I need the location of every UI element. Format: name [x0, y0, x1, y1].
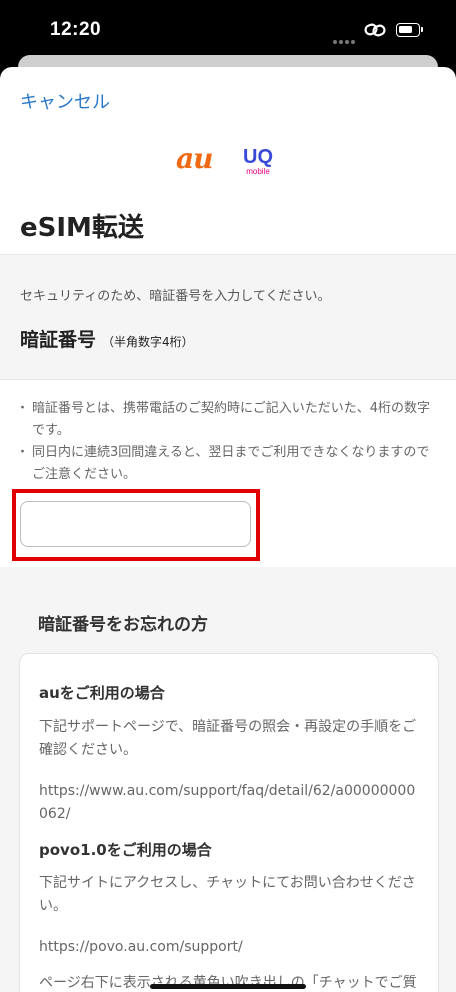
- forgot-title: 暗証番号をお忘れの方: [38, 615, 208, 635]
- security-section: セキュリティのため、暗証番号を入力してください。 暗証番号 （半角数字4桁）: [0, 254, 456, 380]
- povo-support-link[interactable]: https://povo.au.com/support/: [39, 936, 421, 959]
- esim-transfer-sheet: キャンセル au UQ mobile eSIM転送 セキュリティのため、暗証番号…: [0, 67, 456, 992]
- forgot-pin-section: 暗証番号をお忘れの方 auをご利用の場合 下記サポートページで、暗証番号の照会・…: [0, 567, 456, 992]
- note-item: 暗証番号とは、携帯電話のご契約時にご記入いただいた、4桁の数字です。: [16, 398, 440, 442]
- povo-case-more-text: ページ右下に表示される黄色い吹き出しの「チャットでご質問」に、以下の番号を入力し…: [39, 975, 417, 991]
- page-title: eSIM転送: [20, 213, 144, 243]
- au-case-title: auをご利用の場合: [39, 684, 165, 702]
- battery-icon: [396, 23, 423, 37]
- uq-logo-text: UQ: [243, 146, 273, 168]
- cancel-button[interactable]: キャンセル: [20, 88, 110, 114]
- pin-hint: （半角数字4桁）: [102, 335, 194, 349]
- status-bar: 12:20: [0, 0, 456, 62]
- cellular-dots-icon: [333, 29, 357, 48]
- uq-logo-sub: mobile: [246, 167, 270, 176]
- pin-input[interactable]: [20, 501, 251, 547]
- au-logo: au: [176, 142, 213, 175]
- link-icon: [364, 23, 386, 37]
- home-indicator[interactable]: [150, 984, 306, 989]
- security-text: セキュリティのため、暗証番号を入力してください。: [20, 289, 331, 304]
- note-item: 同日内に連続3回間違えると、翌日までご利用できなくなりますのでご注意ください。: [16, 442, 440, 486]
- forgot-card: auをご利用の場合 下記サポートページで、暗証番号の照会・再設定の手順をご確認く…: [19, 653, 439, 992]
- povo-case-text: 下記サイトにアクセスし、チャットにてお問い合わせください。: [39, 875, 416, 914]
- pin-label: 暗証番号 （半角数字4桁）: [20, 325, 194, 352]
- au-support-link[interactable]: https://www.au.com/support/faq/detail/62…: [39, 780, 421, 826]
- pin-notes: 暗証番号とは、携帯電話のご契約時にご記入いただいた、4桁の数字です。 同日内に連…: [16, 398, 440, 486]
- uq-mobile-logo: UQ mobile: [241, 147, 275, 176]
- povo-case-title: povo1.0をご利用の場合: [39, 841, 212, 859]
- au-case-text: 下記サポートページで、暗証番号の照会・再設定の手順をご確認ください。: [39, 719, 417, 758]
- status-time: 12:20: [50, 19, 102, 40]
- pin-label-text: 暗証番号: [20, 329, 97, 351]
